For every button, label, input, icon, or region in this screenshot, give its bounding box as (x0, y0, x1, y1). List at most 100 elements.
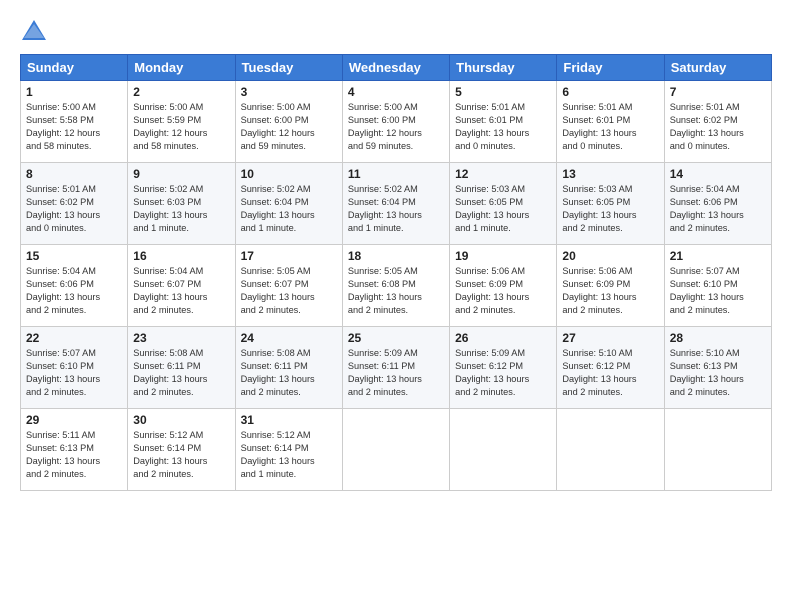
day-number: 4 (348, 85, 444, 99)
calendar-cell: 30Sunrise: 5:12 AM Sunset: 6:14 PM Dayli… (128, 409, 235, 491)
day-number: 17 (241, 249, 337, 263)
calendar-cell: 29Sunrise: 5:11 AM Sunset: 6:13 PM Dayli… (21, 409, 128, 491)
calendar-cell: 9 Sunrise: 5:02 AM Sunset: 6:03 PM Daylig… (128, 163, 235, 245)
day-number: 13 (562, 167, 658, 181)
cell-info: Sunrise: 5:04 AM Sunset: 6:07 PM Dayligh… (133, 265, 229, 317)
cell-info: Sunrise: 5:05 AM Sunset: 6:07 PM Dayligh… (241, 265, 337, 317)
day-number: 16 (133, 249, 229, 263)
header-day-thursday: Thursday (450, 55, 557, 81)
calendar-cell: 14 Sunrise: 5:04 AM Sunset: 6:06 PM Dayli… (664, 163, 771, 245)
day-number: 30 (133, 413, 229, 427)
header (20, 18, 772, 46)
cell-info: Sunrise: 5:07 AM Sunset: 6:10 PM Dayligh… (26, 347, 122, 399)
cell-info: Sunrise: 5:06 AM Sunset: 6:09 PM Dayligh… (455, 265, 551, 317)
calendar: SundayMondayTuesdayWednesdayThursdayFrid… (20, 54, 772, 491)
day-number: 12 (455, 167, 551, 181)
week-row-4: 22 Sunrise: 5:07 AM Sunset: 6:10 PM Dayli… (21, 327, 772, 409)
week-row-2: 8Sunrise: 5:01 AM Sunset: 6:02 PM Daylig… (21, 163, 772, 245)
cell-info: Sunrise: 5:08 AM Sunset: 6:11 PM Dayligh… (241, 347, 337, 399)
header-row: SundayMondayTuesdayWednesdayThursdayFrid… (21, 55, 772, 81)
cell-info: Sunrise: 5:04 AM Sunset: 6:06 PM Dayligh… (670, 183, 766, 235)
cell-info: Sunrise: 5:01 AM Sunset: 6:02 PM Dayligh… (670, 101, 766, 153)
cell-info: Sunrise: 5:09 AM Sunset: 6:12 PM Dayligh… (455, 347, 551, 399)
day-number: 2 (133, 85, 229, 99)
cell-info: Sunrise: 5:03 AM Sunset: 6:05 PM Dayligh… (455, 183, 551, 235)
calendar-cell: 1Sunrise: 5:00 AM Sunset: 5:58 PM Daylig… (21, 81, 128, 163)
calendar-header: SundayMondayTuesdayWednesdayThursdayFrid… (21, 55, 772, 81)
day-number: 23 (133, 331, 229, 345)
day-number: 31 (241, 413, 337, 427)
header-day-tuesday: Tuesday (235, 55, 342, 81)
day-number: 11 (348, 167, 444, 181)
logo-icon (20, 18, 48, 46)
cell-info: Sunrise: 5:05 AM Sunset: 6:08 PM Dayligh… (348, 265, 444, 317)
cell-info: Sunrise: 5:09 AM Sunset: 6:11 PM Dayligh… (348, 347, 444, 399)
day-number: 3 (241, 85, 337, 99)
calendar-cell: 11 Sunrise: 5:02 AM Sunset: 6:04 PM Dayli… (342, 163, 449, 245)
header-day-sunday: Sunday (21, 55, 128, 81)
day-number: 10 (241, 167, 337, 181)
day-number: 26 (455, 331, 551, 345)
calendar-cell: 22 Sunrise: 5:07 AM Sunset: 6:10 PM Dayli… (21, 327, 128, 409)
calendar-cell: 21Sunrise: 5:07 AM Sunset: 6:10 PM Dayli… (664, 245, 771, 327)
day-number: 6 (562, 85, 658, 99)
calendar-cell: 19 Sunrise: 5:06 AM Sunset: 6:09 PM Dayli… (450, 245, 557, 327)
cell-info: Sunrise: 5:02 AM Sunset: 6:04 PM Dayligh… (241, 183, 337, 235)
day-number: 20 (562, 249, 658, 263)
day-number: 22 (26, 331, 122, 345)
day-number: 24 (241, 331, 337, 345)
day-number: 29 (26, 413, 122, 427)
calendar-cell: 17 Sunrise: 5:05 AM Sunset: 6:07 PM Dayli… (235, 245, 342, 327)
cell-info: Sunrise: 5:08 AM Sunset: 6:11 PM Dayligh… (133, 347, 229, 399)
day-number: 28 (670, 331, 766, 345)
cell-info: Sunrise: 5:07 AM Sunset: 6:10 PM Dayligh… (670, 265, 766, 317)
header-day-friday: Friday (557, 55, 664, 81)
day-number: 25 (348, 331, 444, 345)
calendar-cell: 15 Sunrise: 5:04 AM Sunset: 6:06 PM Dayli… (21, 245, 128, 327)
day-number: 18 (348, 249, 444, 263)
week-row-5: 29Sunrise: 5:11 AM Sunset: 6:13 PM Dayli… (21, 409, 772, 491)
calendar-cell: 2 Sunrise: 5:00 AM Sunset: 5:59 PM Daylig… (128, 81, 235, 163)
cell-info: Sunrise: 5:04 AM Sunset: 6:06 PM Dayligh… (26, 265, 122, 317)
calendar-cell: 3 Sunrise: 5:00 AM Sunset: 6:00 PM Daylig… (235, 81, 342, 163)
day-number: 19 (455, 249, 551, 263)
calendar-cell: 7 Sunrise: 5:01 AM Sunset: 6:02 PM Daylig… (664, 81, 771, 163)
header-day-monday: Monday (128, 55, 235, 81)
calendar-cell: 18 Sunrise: 5:05 AM Sunset: 6:08 PM Dayli… (342, 245, 449, 327)
cell-info: Sunrise: 5:02 AM Sunset: 6:04 PM Dayligh… (348, 183, 444, 235)
calendar-cell: 27Sunrise: 5:10 AM Sunset: 6:12 PM Dayli… (557, 327, 664, 409)
calendar-cell: 28 Sunrise: 5:10 AM Sunset: 6:13 PM Dayli… (664, 327, 771, 409)
header-day-saturday: Saturday (664, 55, 771, 81)
cell-info: Sunrise: 5:01 AM Sunset: 6:01 PM Dayligh… (562, 101, 658, 153)
cell-info: Sunrise: 5:06 AM Sunset: 6:09 PM Dayligh… (562, 265, 658, 317)
calendar-cell: 26 Sunrise: 5:09 AM Sunset: 6:12 PM Dayli… (450, 327, 557, 409)
calendar-cell (557, 409, 664, 491)
cell-info: Sunrise: 5:00 AM Sunset: 6:00 PM Dayligh… (241, 101, 337, 153)
cell-info: Sunrise: 5:01 AM Sunset: 6:02 PM Dayligh… (26, 183, 122, 235)
day-number: 9 (133, 167, 229, 181)
week-row-3: 15 Sunrise: 5:04 AM Sunset: 6:06 PM Dayli… (21, 245, 772, 327)
calendar-body: 1Sunrise: 5:00 AM Sunset: 5:58 PM Daylig… (21, 81, 772, 491)
day-number: 15 (26, 249, 122, 263)
calendar-cell: 10 Sunrise: 5:02 AM Sunset: 6:04 PM Dayli… (235, 163, 342, 245)
logo (20, 18, 52, 46)
cell-info: Sunrise: 5:03 AM Sunset: 6:05 PM Dayligh… (562, 183, 658, 235)
week-row-1: 1Sunrise: 5:00 AM Sunset: 5:58 PM Daylig… (21, 81, 772, 163)
calendar-cell: 13 Sunrise: 5:03 AM Sunset: 6:05 PM Dayli… (557, 163, 664, 245)
cell-info: Sunrise: 5:10 AM Sunset: 6:13 PM Dayligh… (670, 347, 766, 399)
cell-info: Sunrise: 5:00 AM Sunset: 5:59 PM Dayligh… (133, 101, 229, 153)
day-number: 1 (26, 85, 122, 99)
header-day-wednesday: Wednesday (342, 55, 449, 81)
calendar-cell: 5Sunrise: 5:01 AM Sunset: 6:01 PM Daylig… (450, 81, 557, 163)
calendar-cell (664, 409, 771, 491)
day-number: 7 (670, 85, 766, 99)
cell-info: Sunrise: 5:02 AM Sunset: 6:03 PM Dayligh… (133, 183, 229, 235)
calendar-cell: 16 Sunrise: 5:04 AM Sunset: 6:07 PM Dayli… (128, 245, 235, 327)
page: SundayMondayTuesdayWednesdayThursdayFrid… (0, 0, 792, 612)
cell-info: Sunrise: 5:00 AM Sunset: 6:00 PM Dayligh… (348, 101, 444, 153)
day-number: 5 (455, 85, 551, 99)
calendar-cell: 31Sunrise: 5:12 AM Sunset: 6:14 PM Dayli… (235, 409, 342, 491)
calendar-cell (450, 409, 557, 491)
day-number: 14 (670, 167, 766, 181)
day-number: 27 (562, 331, 658, 345)
